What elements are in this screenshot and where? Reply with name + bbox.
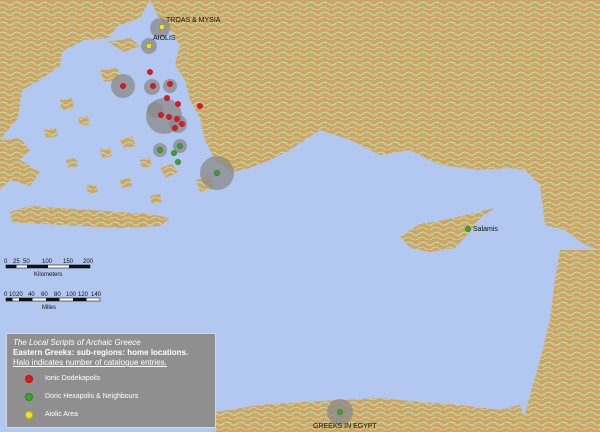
legend-item-label: Doric Hexapolis & Neighbours [45, 393, 139, 400]
map-container: TROAS & MYSIA AIOLIS Salamis GREEKS IN E… [0, 0, 600, 432]
ionic-point [167, 81, 173, 87]
legend-subtitle: Eastern Greeks: sub-regions: home locati… [13, 348, 189, 357]
mi-tick: 140 [91, 292, 102, 298]
legend-item-ionic: Ionic Dodekapolis [25, 374, 209, 384]
ionic-point [158, 112, 164, 118]
label-troas: TROAS & MYSIA [166, 17, 221, 24]
legend-item-label: Ionic Dodekapolis [45, 375, 101, 382]
ionic-point [197, 103, 203, 109]
legend-title: The Local Scripts of Archaic Greece [13, 338, 141, 347]
ionic-point [172, 125, 178, 131]
km-tick: 100 [42, 259, 53, 265]
doric-point [465, 226, 471, 232]
mi-tick: 60 [41, 292, 48, 298]
legend-items: Ionic Dodekapolis Doric Hexapolis & Neig… [13, 374, 209, 420]
ionic-point [150, 83, 156, 89]
ionic-point [179, 121, 185, 127]
aiolic-point [159, 24, 165, 30]
km-tick: 25 [13, 259, 20, 265]
mi-tick: 120 [78, 292, 89, 298]
mi-tick: 20 [16, 292, 23, 298]
ionic-point [174, 116, 180, 122]
legend-box: The Local Scripts of Archaic Greece East… [6, 333, 216, 428]
label-salamis: Salamis [473, 226, 498, 233]
doric-point [214, 170, 220, 176]
label-aiolis: AIOLIS [153, 35, 176, 42]
mi-tick: 40 [28, 292, 35, 298]
legend-item-aiolic: Aiolic Area [25, 410, 209, 420]
doric-point [337, 409, 343, 415]
red-dot-icon [25, 375, 33, 383]
label-egypt: GREEKS IN EGYPT [313, 423, 378, 430]
legend-item-label: Aiolic Area [45, 411, 79, 418]
mi-tick: 80 [54, 292, 61, 298]
mi-tick: 100 [66, 292, 77, 298]
ionic-point [164, 95, 170, 101]
ionic-point [120, 83, 126, 89]
mi-label: Miles [42, 305, 56, 311]
km-tick: 200 [83, 259, 94, 265]
km-tick: 50 [23, 259, 30, 265]
aiolic-point [146, 43, 152, 49]
doric-point [177, 143, 183, 149]
doric-point [171, 150, 177, 156]
legend-note: Halo indicates number of catalogue entri… [13, 358, 167, 367]
legend-item-doric: Doric Hexapolis & Neighbours [25, 392, 209, 402]
ionic-point [166, 114, 172, 120]
ionic-point [147, 69, 153, 75]
doric-point [175, 159, 181, 165]
doric-point [157, 147, 163, 153]
yellow-dot-icon [25, 411, 33, 419]
green-dot-icon [25, 393, 33, 401]
km-tick: 150 [63, 259, 74, 265]
ionic-point [175, 101, 181, 107]
km-label: Kilometers [34, 272, 62, 278]
